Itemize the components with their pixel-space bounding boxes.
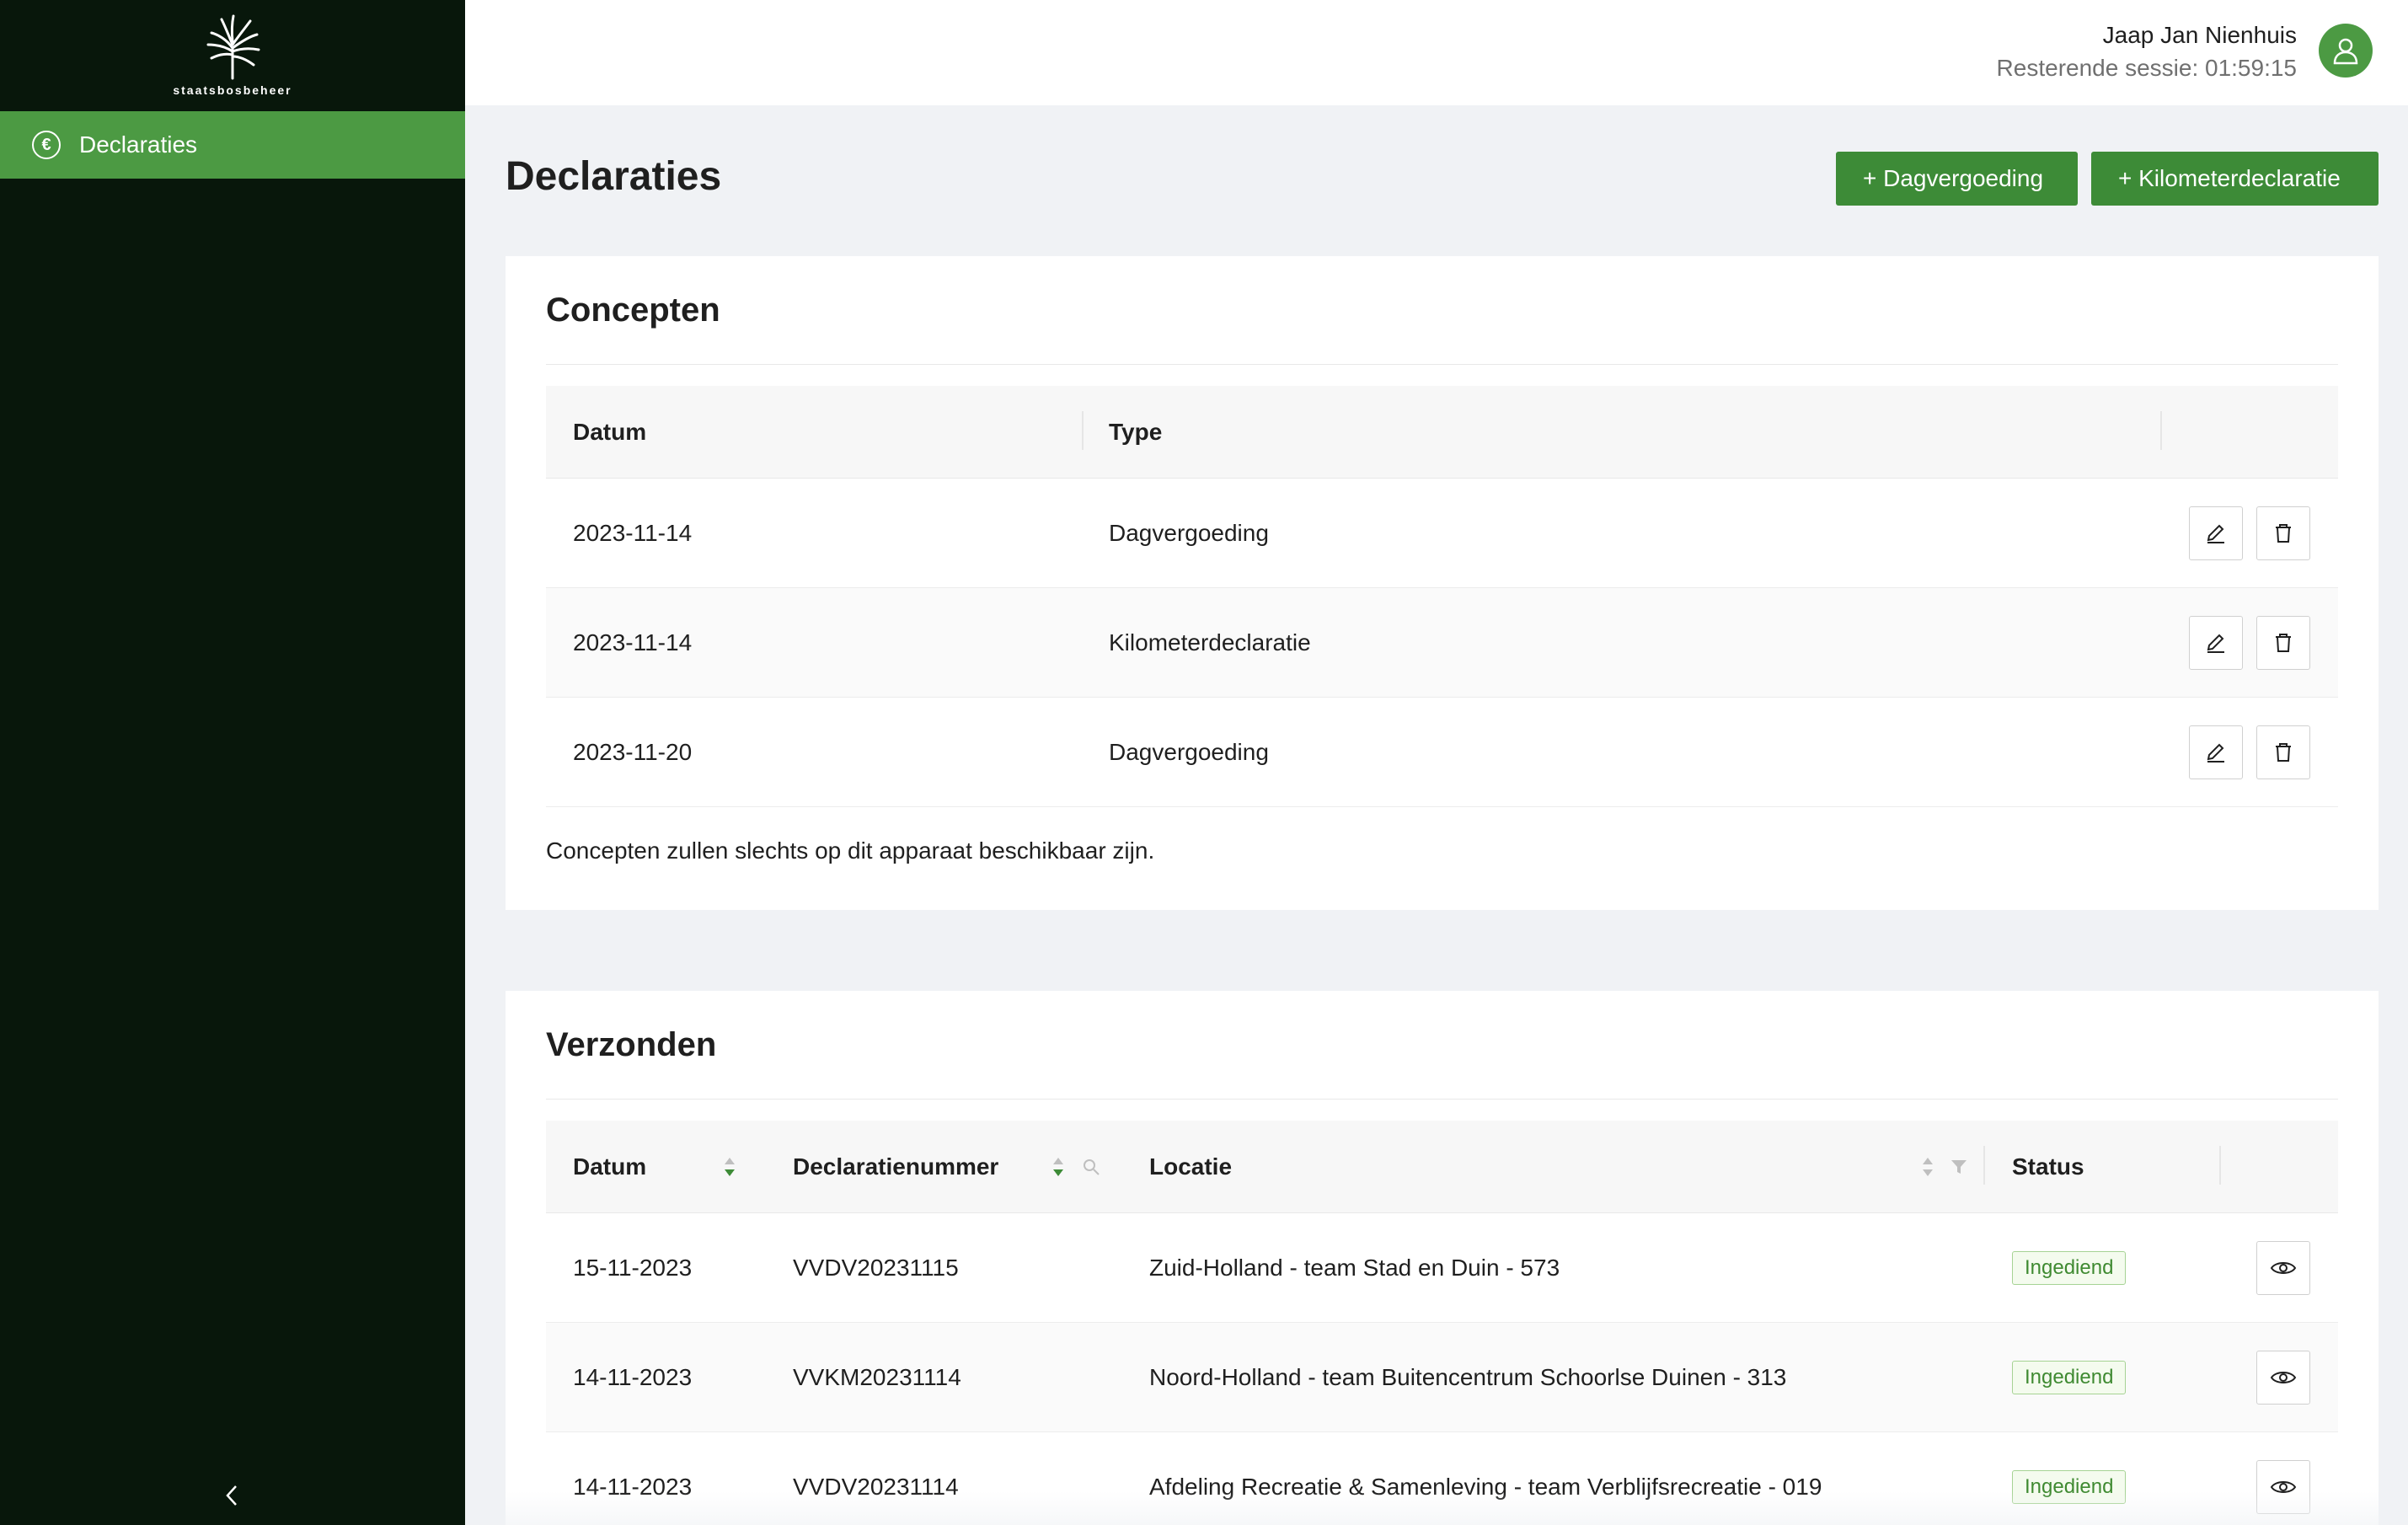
table-row: 15-11-2023 VVDV20231115 Zuid-Holland - t… <box>546 1213 2338 1323</box>
logo[interactable]: staatsbosbeheer <box>0 0 465 111</box>
column-header-type: Type <box>1109 419 1163 445</box>
cell-type: Dagvergoeding <box>1109 739 1269 765</box>
sidebar-item-label: Declaraties <box>79 131 198 158</box>
divider <box>546 364 2338 365</box>
tree-logo-icon <box>206 14 260 80</box>
status-badge: Ingediend <box>2012 1251 2127 1285</box>
edit-button[interactable] <box>2189 506 2243 560</box>
sent-card: Verzonden Datum Declaratienummer Locatie… <box>506 991 2379 1525</box>
status-badge: Ingediend <box>2012 1361 2127 1394</box>
search-icon[interactable] <box>1082 1158 1100 1176</box>
sort-icon[interactable] <box>1051 1156 1065 1178</box>
concepts-table: Datum Type 2023-11-14 Dagvergoeding 2023… <box>546 386 2338 807</box>
column-header-declaratienummer[interactable]: Declaratienummer <box>793 1121 998 1213</box>
cell-locatie: Zuid-Holland - team Stad en Duin - 573 <box>1149 1255 1560 1281</box>
logo-text: staatsbosbeheer <box>173 83 292 97</box>
sidebar-item-declaraties[interactable]: € Declaraties <box>0 111 465 179</box>
concepts-note: Concepten zullen slechts op dit apparaat… <box>546 837 1155 864</box>
cell-datum: 2023-11-14 <box>573 629 693 655</box>
cell-datum: 2023-11-20 <box>573 739 693 765</box>
status-badge: Ingediend <box>2012 1470 2127 1504</box>
delete-button[interactable] <box>2256 616 2310 670</box>
view-button[interactable] <box>2256 1460 2310 1514</box>
user-icon <box>2333 38 2358 65</box>
trash-icon <box>2276 743 2291 762</box>
cell-datum: 2023-11-14 <box>573 520 693 546</box>
cell-type: Kilometerdeclaratie <box>1109 629 1311 655</box>
eye-icon <box>2270 1262 2297 1274</box>
user-name: Jaap Jan Nienhuis <box>2102 22 2297 48</box>
table-row: 2023-11-14 Kilometerdeclaratie <box>546 588 2338 698</box>
view-button[interactable] <box>2256 1241 2310 1295</box>
divider <box>546 1099 2338 1100</box>
cell-declaratienummer: VVKM20231114 <box>793 1364 961 1390</box>
cell-datum: 15-11-2023 <box>573 1255 693 1281</box>
collapse-sidebar-button[interactable] <box>0 1483 465 1508</box>
chevron-left-icon <box>226 1485 237 1506</box>
column-header-datum[interactable]: Datum <box>573 1121 646 1213</box>
cell-status: Ingediend <box>2012 1213 2127 1323</box>
pencil-icon <box>2207 524 2224 543</box>
trash-icon <box>2276 524 2291 543</box>
sent-table: Datum Declaratienummer Locatie Status 15… <box>546 1121 2338 1525</box>
eye-icon <box>2270 1372 2297 1383</box>
euro-icon: € <box>32 131 61 159</box>
concepts-card: Concepten Datum Type 2023-11-14 Dagvergo… <box>506 256 2379 910</box>
column-header-datum: Datum <box>573 419 647 445</box>
filter-icon[interactable] <box>1950 1158 1968 1176</box>
page-title: Declaraties <box>506 154 722 199</box>
sort-icon[interactable] <box>1921 1156 1934 1178</box>
table-row: 14-11-2023 VVDV20231114 Afdeling Recreat… <box>546 1432 2338 1525</box>
add-dagvergoeding-button[interactable]: + Dagvergoeding <box>1836 152 2078 206</box>
sidebar: staatsbosbeheer € Declaraties <box>0 0 465 1525</box>
column-separator <box>2160 411 2162 450</box>
cell-declaratienummer: VVDV20231114 <box>793 1474 959 1500</box>
avatar[interactable] <box>2319 24 2373 78</box>
cell-datum: 14-11-2023 <box>573 1364 693 1390</box>
add-kilometerdeclaratie-button[interactable]: + Kilometerdeclaratie <box>2091 152 2379 206</box>
cell-locatie: Afdeling Recreatie & Samenleving - team … <box>1149 1474 1822 1500</box>
top-header: Jaap Jan Nienhuis Resterende sessie: 01:… <box>465 0 2408 105</box>
concepts-title: Concepten <box>546 292 720 329</box>
view-button[interactable] <box>2256 1351 2310 1405</box>
session-timer: Resterende sessie: 01:59:15 <box>1996 55 2297 81</box>
pencil-icon <box>2207 743 2224 762</box>
user-info: Jaap Jan Nienhuis Resterende sessie: 01:… <box>1997 19 2297 84</box>
column-header-locatie[interactable]: Locatie <box>1149 1121 1232 1213</box>
table-row: 2023-11-20 Dagvergoeding <box>546 698 2338 807</box>
column-header-status: Status <box>2012 1153 2084 1180</box>
column-separator <box>1983 1146 1985 1185</box>
edit-button[interactable] <box>2189 725 2243 779</box>
eye-icon <box>2270 1481 2297 1493</box>
edit-button[interactable] <box>2189 616 2243 670</box>
table-row: 14-11-2023 VVKM20231114 Noord-Holland - … <box>546 1323 2338 1432</box>
cell-datum: 14-11-2023 <box>573 1474 693 1500</box>
cell-status: Ingediend <box>2012 1432 2127 1525</box>
cell-status: Ingediend <box>2012 1323 2127 1432</box>
column-separator <box>2219 1146 2221 1185</box>
delete-button[interactable] <box>2256 725 2310 779</box>
column-separator <box>1082 411 1084 450</box>
table-row: 2023-11-14 Dagvergoeding <box>546 479 2338 588</box>
trash-icon <box>2276 634 2291 652</box>
cell-declaratienummer: VVDV20231115 <box>793 1255 959 1281</box>
cell-locatie: Noord-Holland - team Buitencentrum Schoo… <box>1149 1364 1787 1390</box>
table-header: Datum Type <box>546 386 2338 479</box>
table-header: Datum Declaratienummer Locatie Status <box>546 1121 2338 1213</box>
cell-type: Dagvergoeding <box>1109 520 1269 546</box>
delete-button[interactable] <box>2256 506 2310 560</box>
sort-icon[interactable] <box>723 1156 736 1178</box>
pencil-icon <box>2207 634 2224 653</box>
sent-title: Verzonden <box>546 1026 717 1063</box>
